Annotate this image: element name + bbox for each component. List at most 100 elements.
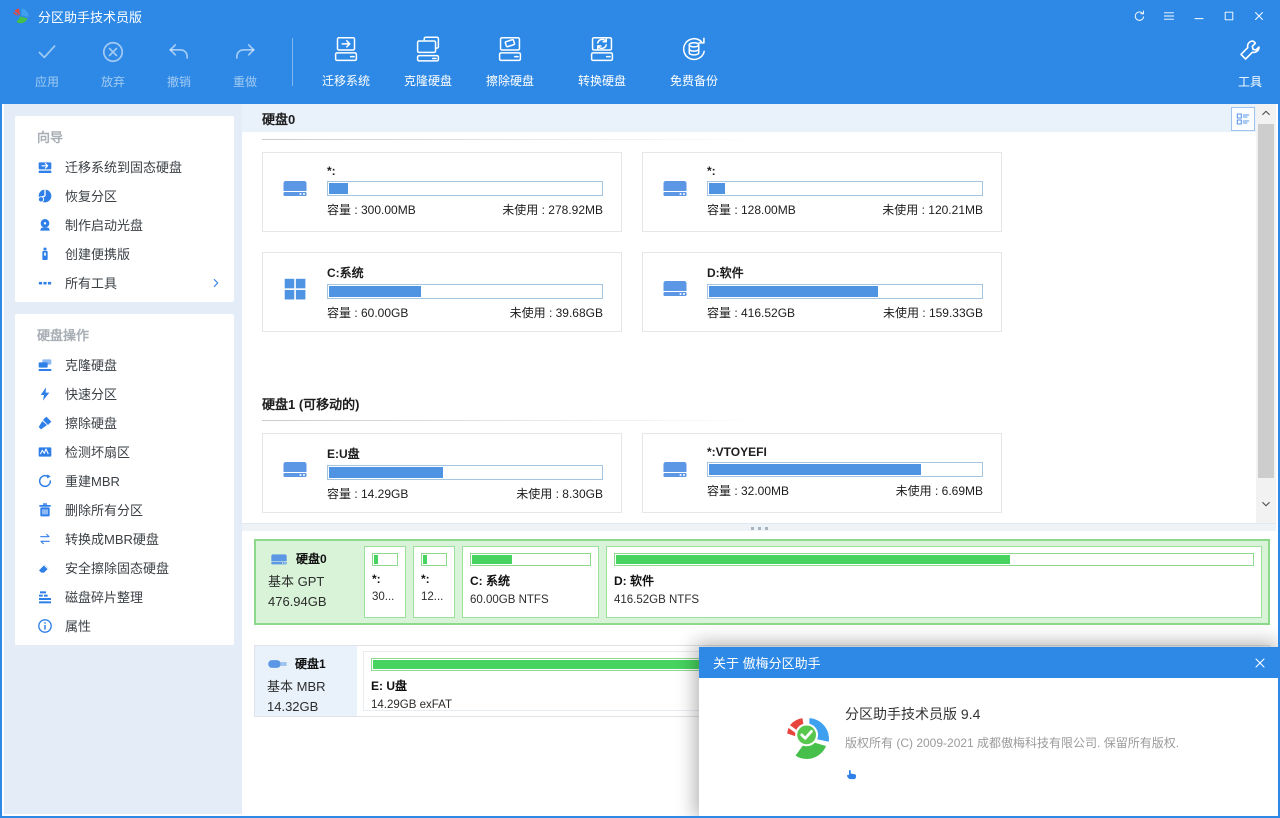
partition-cards-grid: *:容量 : 300.00MB未使用 : 278.92MB*:容量 : 128.…	[262, 152, 1260, 332]
wrench-icon	[1238, 38, 1262, 62]
disk-info-block[interactable]: 硬盘1基本 MBR14.32GB	[255, 646, 357, 716]
sidebar-item-portable[interactable]: 创建便携版	[15, 239, 234, 268]
sidebar-item-lightning[interactable]: 快速分区	[15, 379, 234, 408]
minimize-window-icon[interactable]	[1190, 7, 1208, 25]
sidebar-item-eraser[interactable]: 安全擦除固态硬盘	[15, 553, 234, 582]
partition-card[interactable]: C:系统容量 : 60.00GB未使用 : 39.68GB	[262, 252, 622, 332]
hand-icon	[845, 766, 860, 781]
partition-block[interactable]: *:30...	[364, 546, 406, 618]
section-divider	[262, 420, 767, 421]
capacity-text: 容量 : 14.29GB	[327, 485, 408, 502]
partition-cards-grid: E:U盘容量 : 14.29GB未使用 : 8.30GB*:VTOYEFI容量 …	[262, 433, 1260, 513]
sidebar-item-convert[interactable]: 转换成MBR硬盘	[15, 524, 234, 553]
放弃-button[interactable]: 放弃	[80, 36, 146, 90]
boot-disc-icon	[37, 217, 53, 233]
trash-icon	[37, 502, 53, 518]
drive-icon	[281, 175, 309, 201]
partition-card[interactable]: *:容量 : 128.00MB未使用 : 120.21MB	[642, 152, 1002, 232]
partition-block[interactable]: *: 12...	[413, 546, 455, 618]
unused-text: 未使用 : 120.21MB	[882, 201, 983, 218]
partition-label: E:U盘	[327, 445, 603, 462]
partition-block[interactable]: D: 软件416.52GB NTFS	[606, 546, 1262, 618]
sidebar-item-defrag[interactable]: 磁盘碎片整理	[15, 582, 234, 611]
usage-bar	[327, 284, 603, 299]
重做-button[interactable]: 重做	[212, 36, 278, 90]
sidebar-section-title: 硬盘操作	[15, 314, 234, 350]
disk-section-header: 硬盘0	[242, 104, 1260, 132]
disk-partitions: *:30... *: 12... C: 系统60.00GB NTFSD: 软件416.…	[358, 541, 1268, 623]
usage-bar	[372, 553, 398, 566]
scrollbar-thumb[interactable]	[1258, 124, 1274, 478]
sidebar-item-recover-pie[interactable]: 恢复分区	[15, 181, 234, 210]
dialog-close-icon[interactable]	[1252, 655, 1268, 671]
erase-disk-button[interactable]: 擦除硬盘	[469, 33, 551, 89]
partition-label: C: 系统	[470, 572, 591, 589]
close-window-icon[interactable]	[1250, 7, 1268, 25]
drive-icon	[268, 551, 290, 567]
partition-block[interactable]: C: 系统60.00GB NTFS	[462, 546, 599, 618]
应用-button[interactable]: 应用	[14, 36, 80, 90]
maximize-window-icon[interactable]	[1220, 7, 1238, 25]
partition-card[interactable]: D:软件容量 : 416.52GB未使用 : 159.33GB	[642, 252, 1002, 332]
migrate-icon	[37, 159, 53, 175]
unused-text: 未使用 : 6.69MB	[896, 482, 983, 499]
disk-row-硬盘0[interactable]: 硬盘0 基本 GPT 476.94GB *:30... *: 12... C: 系统60.0…	[254, 539, 1270, 625]
lightning-icon	[37, 386, 53, 402]
backup-button[interactable]: 免费备份	[653, 33, 735, 89]
partition-size: 416.52GB NTFS	[614, 594, 1254, 606]
disk-type: 基本 GPT	[268, 571, 358, 590]
convert-disk-button[interactable]: 转换硬盘	[561, 33, 643, 89]
partition-card[interactable]: *:VTOYEFI容量 : 32.00MB未使用 : 6.69MB	[642, 433, 1002, 513]
capacity-text: 容量 : 300.00MB	[327, 201, 416, 218]
drive-icon	[281, 456, 309, 482]
sidebar-section-0: 向导迁移系统到固态硬盘恢复分区制作启动光盘创建便携版所有工具	[15, 116, 234, 302]
sidebar-item-trash[interactable]: 删除所有分区	[15, 495, 234, 524]
sidebar-item-migrate[interactable]: 迁移系统到固态硬盘	[15, 152, 234, 181]
sidebar-item-dots[interactable]: 所有工具	[15, 268, 234, 297]
migrate-disk-icon	[329, 33, 363, 67]
partition-size: 12...	[421, 591, 447, 603]
migrate-disk-button[interactable]: 迁移系统	[305, 33, 387, 89]
vertical-scrollbar[interactable]	[1256, 104, 1276, 523]
disk-name: 硬盘0	[296, 550, 327, 567]
partition-label: C:系统	[327, 264, 603, 281]
disk-size: 14.32GB	[267, 699, 357, 714]
view-toggle-button[interactable]	[1231, 107, 1255, 131]
windows-logo-icon	[281, 275, 309, 301]
clone-disk-icon	[411, 33, 445, 67]
scroll-down-icon[interactable]	[1256, 495, 1276, 513]
info-icon	[37, 618, 53, 634]
convert-disk-icon	[585, 33, 619, 67]
undo-icon	[166, 39, 192, 65]
sidebar-section-title: 向导	[15, 116, 234, 152]
clone-disk-button[interactable]: 克隆硬盘	[387, 33, 469, 89]
disk-section-header: 硬盘1 (可移动的)	[262, 394, 1260, 413]
撤销-button[interactable]: 撤销	[146, 36, 212, 90]
sidebar-item-bad-sector[interactable]: 检测坏扇区	[15, 437, 234, 466]
disk-info-block[interactable]: 硬盘0 基本 GPT 476.94GB	[256, 541, 358, 623]
capacity-text: 容量 : 416.52GB	[707, 304, 795, 321]
sidebar-item-info[interactable]: 属性	[15, 611, 234, 640]
disk-size: 476.94GB	[268, 594, 358, 609]
redo-icon	[232, 39, 258, 65]
tools-button[interactable]: 工具	[1238, 38, 1262, 90]
menu-window-icon[interactable]	[1160, 7, 1178, 25]
bad-sector-icon	[37, 444, 53, 460]
partition-card[interactable]: *:容量 : 300.00MB未使用 : 278.92MB	[262, 152, 622, 232]
sync-window-icon[interactable]	[1130, 7, 1148, 25]
sidebar-item-broom[interactable]: 擦除硬盘	[15, 408, 234, 437]
section-divider	[262, 139, 767, 140]
about-dialog: 关于 傲梅分区助手 分区助手技术员版 9.4 版权所有 (C) 2009-202…	[699, 647, 1280, 818]
disk-name: 硬盘1	[295, 655, 326, 672]
chevron-right-icon	[210, 277, 222, 289]
about-dialog-title: 关于 傲梅分区助手	[713, 653, 821, 672]
rebuild-icon	[37, 473, 53, 489]
partition-label: *:	[421, 572, 447, 586]
partition-card[interactable]: E:U盘容量 : 14.29GB未使用 : 8.30GB	[262, 433, 622, 513]
sidebar-item-rebuild[interactable]: 重建MBR	[15, 466, 234, 495]
sidebar-item-clone[interactable]: 克隆硬盘	[15, 350, 234, 379]
scroll-up-icon[interactable]	[1256, 104, 1276, 122]
sidebar-item-boot-disc[interactable]: 制作启动光盘	[15, 210, 234, 239]
toolbar-separator	[292, 38, 293, 86]
capacity-text: 容量 : 60.00GB	[327, 304, 408, 321]
